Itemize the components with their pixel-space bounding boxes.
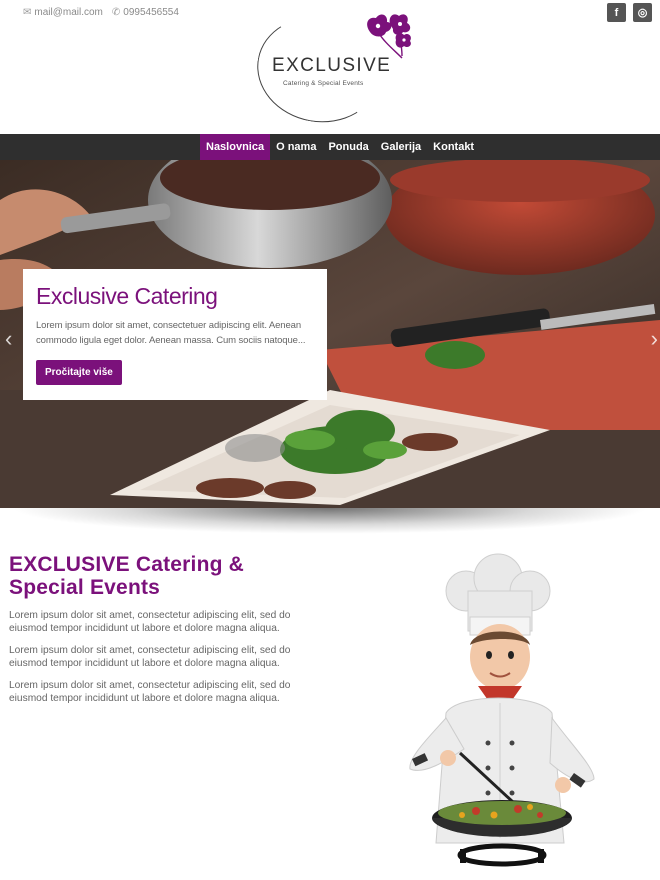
read-more-button[interactable]: Pročitajte više: [36, 360, 122, 385]
phone-link[interactable]: ✆ 0995456554: [112, 7, 179, 18]
contact-info: ✉ mail@mail.com ✆ 0995456554: [23, 7, 179, 18]
site-logo[interactable]: EXCLUSIVE Catering & Special Events: [248, 7, 416, 132]
logo-brand: EXCLUSIVE: [272, 55, 392, 76]
about-paragraph: Lorem ipsum dolor sit amet, consectetur …: [9, 610, 291, 634]
hero-caption: Exclusive Catering Lorem ipsum dolor sit…: [23, 269, 327, 400]
orchid-icon: [367, 14, 411, 59]
hero-slider: ‹ › Exclusive Catering Lorem ipsum dolor…: [0, 160, 660, 508]
logo-tagline: Catering & Special Events: [283, 80, 364, 87]
chef-illustration: [409, 553, 595, 867]
chevron-left-icon[interactable]: ‹: [5, 326, 12, 352]
about-paragraph: Lorem ipsum dolor sit amet, consectetur …: [9, 680, 291, 704]
nav-item-naslovnica[interactable]: Naslovnica: [200, 134, 271, 160]
nav-item-galerija[interactable]: Galerija: [375, 134, 427, 160]
hero-text: Lorem ipsum dolor sit amet, consectetuer…: [36, 320, 306, 346]
email-text: mail@mail.com: [34, 7, 103, 18]
instagram-icon[interactable]: ◎: [633, 3, 652, 22]
facebook-icon[interactable]: f: [607, 3, 626, 22]
about-paragraph: Lorem ipsum dolor sit amet, consectetur …: [9, 645, 291, 669]
email-link[interactable]: ✉ mail@mail.com: [23, 7, 103, 18]
main-nav: Naslovnica O nama Ponuda Galerija Kontak…: [0, 134, 660, 160]
chevron-right-icon[interactable]: ›: [651, 326, 658, 352]
nav-item-ponuda[interactable]: Ponuda: [322, 134, 374, 160]
about-section: EXCLUSIVE Catering & Special Events Lore…: [9, 553, 319, 705]
envelope-icon: ✉: [23, 6, 32, 18]
phone-text: 0995456554: [123, 7, 179, 18]
phone-icon: ✆: [111, 6, 121, 18]
header: ✉ mail@mail.com ✆ 0995456554 f ◎ EXCLUSI…: [0, 0, 660, 134]
about-title: EXCLUSIVE Catering & Special Events: [9, 553, 245, 599]
hero-shadow: [10, 508, 650, 534]
nav-item-o-nama[interactable]: O nama: [270, 134, 322, 160]
hero-title: Exclusive Catering: [36, 283, 218, 309]
social-links: f ◎: [607, 3, 652, 22]
nav-item-kontakt[interactable]: Kontakt: [427, 134, 480, 160]
